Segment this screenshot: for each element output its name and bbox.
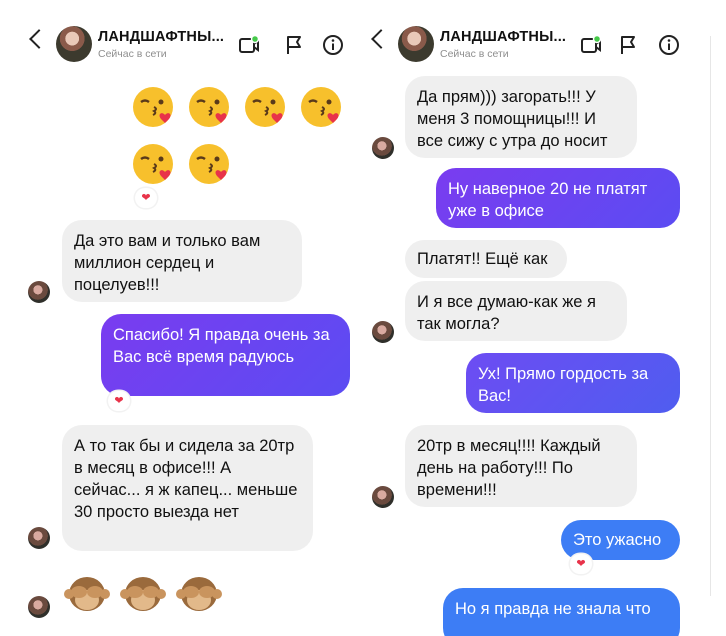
incoming-message[interactable]: Да это вам и только вам миллион сердец и… [62,220,302,302]
incoming-message[interactable]: Да прям))) загорать!!! У меня 3 помощниц… [405,76,637,158]
kiss-emoji-icon [133,144,173,184]
heart-reaction-icon[interactable]: ❤ [135,188,157,208]
panel-edge [706,0,726,636]
outgoing-message[interactable]: Спасибо! Я правда очень за Вас всё время… [101,314,350,396]
video-call-icon[interactable] [580,34,602,56]
info-icon[interactable] [322,34,344,56]
contact-avatar[interactable] [56,26,92,62]
chat-header: ЛАНДШАФТНЫ... Сейчас в сети [0,20,366,70]
see-no-evil-monkey-icon [64,577,110,611]
kiss-emoji-icon [189,87,229,127]
chat-panel-left: ЛАНДШАФТНЫ... Сейчас в сети ❤ Да это вам… [0,0,366,636]
sender-avatar[interactable] [372,486,394,508]
sender-avatar[interactable] [372,321,394,343]
heart-reaction-icon[interactable]: ❤ [108,391,130,411]
kiss-emoji-icon [133,87,173,127]
outgoing-message[interactable]: Ну наверное 20 не платят уже в офисе [436,168,680,228]
kiss-emoji-icon [189,144,229,184]
sender-avatar[interactable] [28,527,50,549]
chat-panel-right: ЛАНДШАФТНЫ... Сейчас в сети Да прям))) з… [366,0,706,636]
back-arrow-icon[interactable] [371,29,391,49]
incoming-message[interactable]: А то так бы и сидела за 20тр в месяц в о… [62,425,313,551]
video-call-icon[interactable] [238,34,260,56]
sender-avatar[interactable] [372,137,394,159]
kiss-emoji-icon [245,87,285,127]
incoming-message[interactable]: И я все думаю-как же я так могла? [405,281,627,341]
heart-reaction-icon[interactable]: ❤ [570,554,592,574]
flag-icon[interactable] [617,34,639,56]
flag-icon[interactable] [283,34,305,56]
contact-name[interactable]: ЛАНДШАФТНЫ... [440,29,566,45]
chat-header: ЛАНДШАФТНЫ... Сейчас в сети [366,20,706,70]
incoming-message[interactable]: 20тр в месяц!!!! Каждый день на работу!!… [405,425,637,507]
see-no-evil-monkey-icon [120,577,166,611]
back-arrow-icon[interactable] [29,29,49,49]
see-no-evil-monkey-icon [176,577,222,611]
contact-status: Сейчас в сети [98,48,167,60]
outgoing-message[interactable]: Ух! Прямо гордость за Вас! [466,353,680,413]
sender-avatar[interactable] [28,596,50,618]
contact-status: Сейчас в сети [440,48,509,60]
contact-name[interactable]: ЛАНДШАФТНЫ... [98,29,224,45]
info-icon[interactable] [658,34,680,56]
kiss-emoji-icon [301,87,341,127]
contact-avatar[interactable] [398,26,434,62]
sender-avatar[interactable] [28,281,50,303]
outgoing-message[interactable]: Но я правда не знала что [443,588,680,636]
incoming-message[interactable]: Платят!! Ещё как [405,240,567,278]
